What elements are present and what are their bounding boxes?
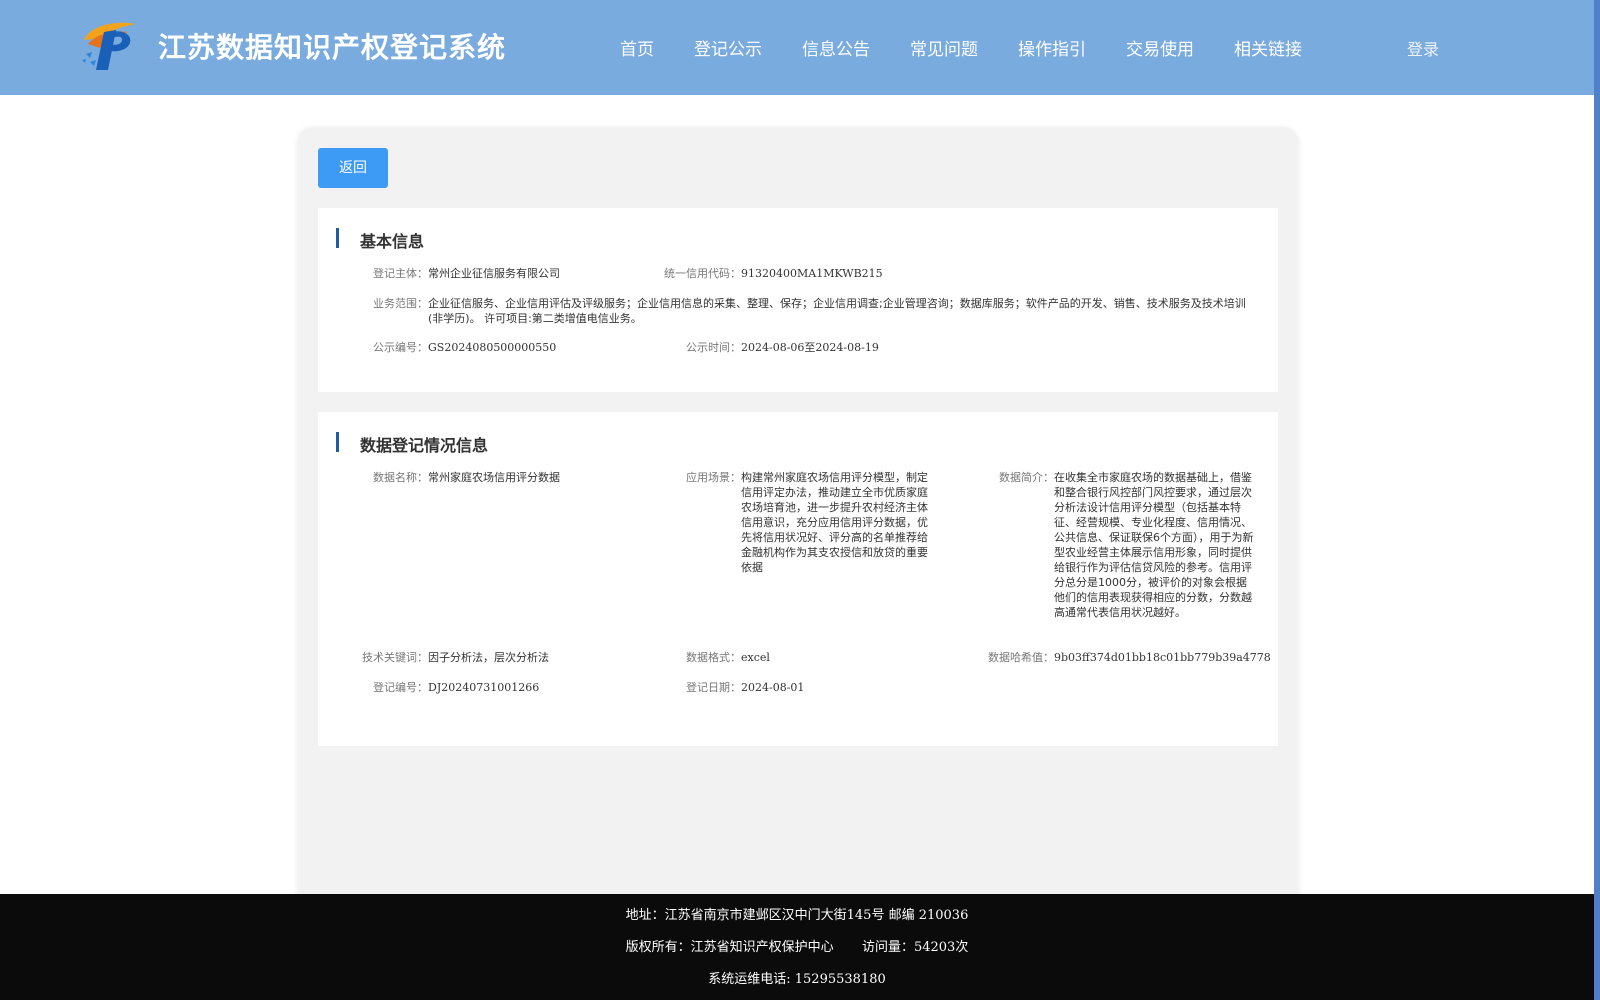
field-label: 登记主体： — [373, 267, 428, 280]
field-value: 91320400MA1MKWB215 — [741, 267, 883, 280]
field-value: 因子分析法，层次分析法 — [428, 651, 549, 664]
field-label: 数据格式： — [686, 651, 741, 664]
field-label: 统一信用代码： — [664, 267, 741, 280]
ip-logo-icon[interactable] — [80, 18, 138, 72]
section-title-basic: 基本信息 — [336, 228, 424, 252]
nav-related-links[interactable]: 相关链接 — [1234, 35, 1302, 60]
field-value: 2024-08-01 — [741, 681, 805, 694]
field-label: 应用场景： — [686, 471, 741, 484]
basic-info-panel: 基本信息 登记主体： 常州企业征信服务有限公司 统一信用代码： 91320400… — [318, 208, 1278, 392]
field-value: excel — [741, 651, 770, 664]
main-nav: 首页 登记公示 信息公告 常见问题 操作指引 交易使用 相关链接 — [620, 35, 1342, 60]
nav-info-announcement[interactable]: 信息公告 — [802, 35, 870, 60]
nav-trade-use[interactable]: 交易使用 — [1126, 35, 1194, 60]
footer-copyright: 版权所有：江苏省知识产权保护中心 — [625, 940, 834, 955]
field-value: DJ20240731001266 — [428, 681, 540, 694]
field-value: 企业征信服务、企业信用评估及评级服务；企业信用信息的采集、整理、保存；企业信用调… — [428, 297, 1246, 325]
field-label: 数据简介： — [999, 471, 1054, 484]
nav-home[interactable]: 首页 — [620, 35, 654, 60]
section-title-data: 数据登记情况信息 — [336, 432, 488, 456]
back-button[interactable]: 返回 — [318, 148, 388, 188]
site-footer: 地址：江苏省南京市建邺区汉中门大街145号 邮编 210036 版权所有：江苏省… — [0, 894, 1594, 1000]
nav-faq[interactable]: 常见问题 — [910, 35, 978, 60]
field-label: 登记日期： — [686, 681, 741, 694]
footer-address: 地址：江苏省南京市建邺区汉中门大街145号 邮编 210036 — [625, 908, 969, 923]
footer-copyright-row: 版权所有：江苏省知识产权保护中心 访问量：54203次 — [0, 936, 1594, 955]
field-value: 常州家庭农场信用评分数据 — [428, 471, 560, 484]
field-label: 公示时间： — [686, 341, 741, 354]
field-label: 数据哈希值： — [988, 651, 1054, 664]
field-label: 数据名称： — [373, 471, 428, 484]
footer-visits: 访问量：54203次 — [861, 940, 969, 955]
field-label: 登记编号： — [373, 681, 428, 694]
site-header: 江苏数据知识产权登记系统 首页 登记公示 信息公告 常见问题 操作指引 交易使用… — [0, 0, 1594, 95]
nav-registration-notice[interactable]: 登记公示 — [694, 35, 762, 60]
field-label: 公示编号： — [373, 341, 428, 354]
scrollbar[interactable] — [1594, 0, 1600, 1000]
data-registration-panel: 数据登记情况信息 数据名称： 常州家庭农场信用评分数据 应用场景： 构建常州家庭… — [318, 412, 1278, 746]
field-value: 2024-08-06至2024-08-19 — [741, 341, 879, 354]
field-value: 在收集全市家庭农场的数据基础上，借鉴和整合银行风控部门风控要求，通过层次分析法设… — [1054, 471, 1254, 619]
field-value: 构建常州家庭农场信用评分模型，制定信用评定办法，推动建立全市优质家庭农场培育池，… — [741, 471, 928, 574]
nav-guide[interactable]: 操作指引 — [1018, 35, 1086, 60]
field-label: 技术关键词： — [362, 651, 428, 664]
footer-hotline: 系统运维电话: 15295538180 — [708, 972, 886, 987]
field-value: GS2024080500000550 — [428, 341, 557, 354]
site-title: 江苏数据知识产权登记系统 — [158, 31, 507, 64]
login-link[interactable]: 登录 — [1407, 36, 1439, 60]
field-value: 9b03ff374d01bb18c01bb779b39a4778 — [1054, 651, 1271, 664]
field-value: 常州企业征信服务有限公司 — [428, 267, 560, 280]
field-label: 业务范围： — [373, 297, 428, 310]
detail-card: 返回 基本信息 登记主体： 常州企业征信服务有限公司 统一信用代码： 91320… — [298, 128, 1298, 908]
